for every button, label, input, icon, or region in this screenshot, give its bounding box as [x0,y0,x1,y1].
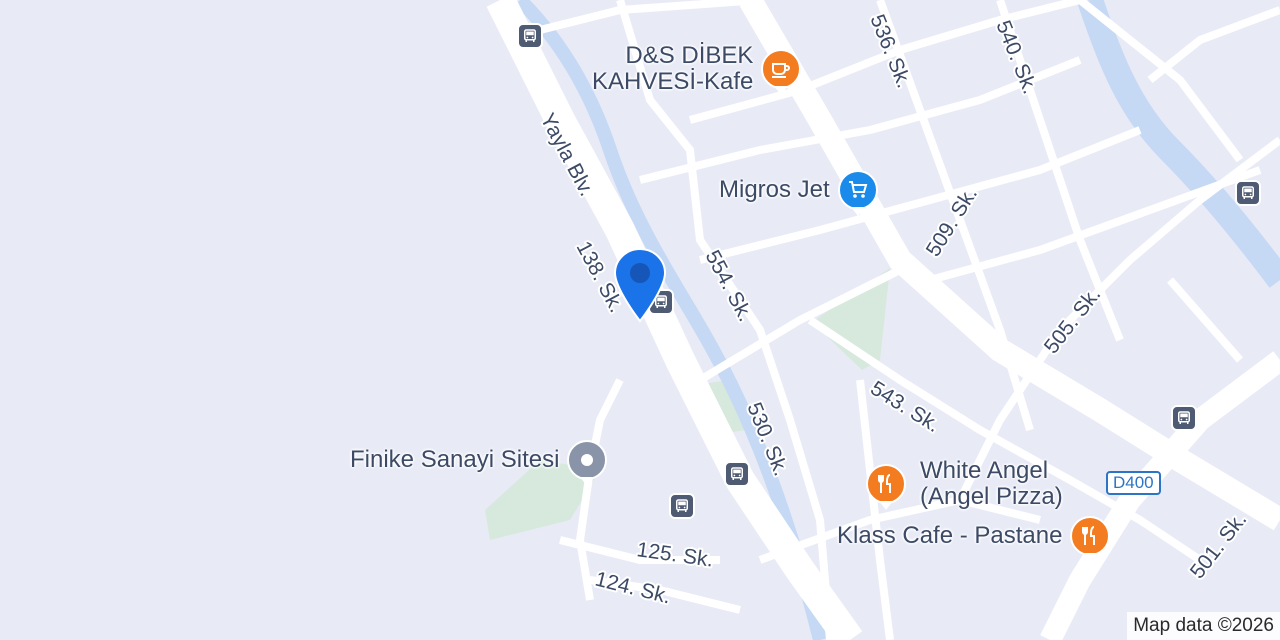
street-label: 501. Sk. [1186,508,1252,583]
place-icon [567,440,608,486]
poi-label: Klass Cafe - Pastane [837,522,1063,549]
poi-finike-sanayi-sitesi[interactable]: Finike Sanayi Sitesi [350,440,608,486]
map-canvas[interactable]: Yayla Blv. 138. Sk. 554. Sk. 530. Sk. 53… [0,0,1280,640]
poi-label-line: D&S DİBEK [625,42,754,69]
street-label: 125. Sk. [635,538,715,572]
bus-stop-icon[interactable] [517,23,543,49]
poi-dibek-kahvesi[interactable]: D&S DİBEK KAHVESİ-Kafe [592,43,802,95]
restaurant-icon [866,464,906,510]
poi-label: Finike Sanayi Sitesi [350,446,560,473]
location-pin-icon[interactable] [613,247,667,323]
poi-migros-jet[interactable]: Migros Jet [719,170,878,216]
poi-label-line: (Angel Pizza) [920,483,1063,510]
restaurant-icon [1070,516,1111,562]
map-attribution: Map data ©2026 [1127,612,1280,640]
street-label: 505. Sk. [1040,283,1106,358]
street-label: 554. Sk. [701,247,757,326]
poi-label-line: White Angel [920,457,1049,484]
poi-label: D&S DİBEK KAHVESİ-Kafe [592,43,753,95]
poi-klass-cafe[interactable]: Klass Cafe - Pastane [837,516,1111,562]
poi-label: White Angel (Angel Pizza) [920,458,1063,510]
coffee-icon [761,49,802,95]
street-label: 124. Sk. [593,568,673,609]
poi-label: Migros Jet [719,176,830,203]
route-shield-d400: D400 [1106,471,1161,495]
bus-stop-icon[interactable] [724,461,750,487]
bus-stop-icon[interactable] [669,493,695,519]
bus-stop-icon[interactable] [1235,180,1261,206]
shopping-cart-icon [837,170,878,216]
bus-stop-icon[interactable] [1171,405,1197,431]
street-label: 540. Sk. [991,17,1041,97]
poi-label-line: KAHVESİ-Kafe [592,68,754,95]
poi-white-angel[interactable]: White Angel (Angel Pizza) [866,458,1063,510]
